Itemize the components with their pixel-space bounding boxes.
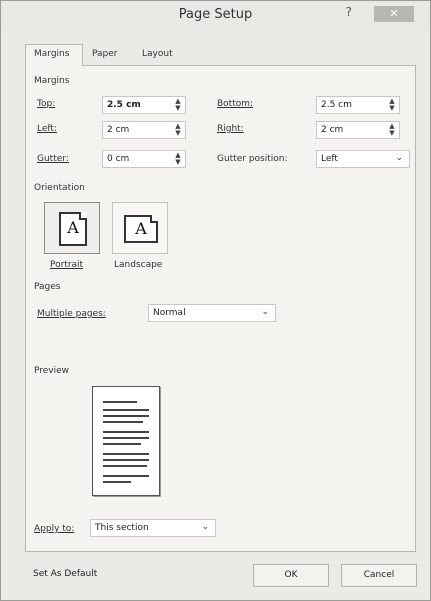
multiple-pages-value: Normal (153, 308, 186, 318)
preview-line (103, 453, 149, 455)
spin-arrows-icon[interactable]: ▲ ▼ (388, 98, 396, 112)
cancel-label: Cancel (363, 570, 395, 580)
portrait-icon-letter: A (67, 218, 79, 237)
gutter-position-select[interactable]: Left ⌄ (316, 150, 410, 168)
bottom-margin-field[interactable]: 2.5 cm ▲ ▼ (316, 96, 400, 114)
chevron-down-icon: ⌄ (201, 522, 209, 532)
tab-margins[interactable]: Margins (25, 44, 83, 66)
spin-arrows-icon[interactable]: ▲ ▼ (174, 152, 182, 166)
gutter-label-text: Gutter: (37, 154, 69, 164)
gutter-position-value: Left (321, 154, 338, 164)
landscape-icon-letter: A (135, 219, 147, 238)
portrait-button[interactable]: A (44, 202, 100, 254)
preview-line (103, 409, 149, 411)
set-as-default-label: Set As Default (33, 569, 98, 579)
right-label: Right: (217, 124, 244, 134)
page-setup-dialog: Page Setup ? ✕ Margins Paper Layout Marg… (0, 0, 431, 601)
portrait-page-icon: A (59, 212, 87, 246)
tab-layout[interactable]: Layout (133, 44, 185, 66)
orientation-section-label: Orientation (34, 183, 85, 193)
tab-paper[interactable]: Paper (83, 44, 131, 66)
top-margin-field[interactable]: 2.5 cm ▲ ▼ (102, 96, 186, 114)
gutter-position-label-text: Gutter position: (217, 154, 288, 164)
preview-line (103, 437, 149, 439)
ok-button[interactable]: OK (253, 564, 329, 587)
right-margin-value: 2 cm (321, 125, 344, 135)
apply-to-select[interactable]: This section ⌄ (90, 519, 216, 537)
pages-section-label: Pages (34, 282, 61, 292)
preview-line (103, 481, 131, 483)
gutter-position-label: Gutter position: (217, 154, 288, 164)
apply-to-value: This section (95, 523, 149, 533)
help-button[interactable]: ? (346, 5, 352, 19)
portrait-label: Portrait (50, 260, 83, 270)
portrait-label-text: Portrait (50, 260, 84, 270)
spin-arrows-icon[interactable]: ▲ ▼ (174, 123, 182, 137)
left-label: Left: (37, 124, 57, 134)
preview-line (103, 421, 143, 423)
preview-line (103, 443, 141, 445)
preview-page (92, 386, 160, 496)
landscape-label: Landscape (114, 260, 163, 270)
multiple-pages-select[interactable]: Normal ⌄ (148, 304, 276, 322)
left-margin-value: 2 cm (107, 125, 130, 135)
chevron-down-icon: ⌄ (395, 153, 403, 163)
cancel-button[interactable]: Cancel (341, 564, 417, 587)
preview-line (103, 431, 149, 433)
bottom-label: Bottom: (217, 99, 253, 109)
tab-margins-label: Margins (34, 49, 70, 59)
preview-line (103, 459, 149, 461)
preview-line (103, 415, 149, 417)
preview-section-label: Preview (34, 366, 70, 376)
top-margin-value: 2.5 cm (107, 100, 141, 110)
preview-line (103, 401, 137, 403)
right-margin-field[interactable]: 2 cm ▲ ▼ (316, 121, 400, 139)
close-button[interactable]: ✕ (374, 6, 414, 22)
chevron-down-icon: ⌄ (261, 307, 269, 317)
ok-label: OK (284, 570, 298, 580)
landscape-page-icon: A (124, 215, 158, 243)
tab-layout-label: Layout (142, 49, 173, 59)
gutter-value: 0 cm (107, 154, 130, 164)
bottom-margin-value: 2.5 cm (321, 100, 352, 110)
left-margin-field[interactable]: 2 cm ▲ ▼ (102, 121, 186, 139)
preview-line (103, 465, 147, 467)
gutter-field[interactable]: 0 cm ▲ ▼ (102, 150, 186, 168)
right-label-text: Right: (217, 124, 244, 134)
close-icon: ✕ (389, 7, 399, 20)
margins-section-label: Margins (34, 76, 70, 86)
margins-panel: Margins Top: 2.5 cm ▲ ▼ Bottom: 2.5 cm ▲ ▼… (25, 65, 416, 552)
multiple-pages-label: Multiple pages: (37, 309, 106, 319)
top-label: Top: (37, 99, 55, 109)
title-bar: Page Setup ? ✕ (1, 1, 430, 31)
bottom-label-text: Bottom: (217, 99, 254, 109)
apply-to-label: Apply to: (34, 524, 74, 534)
gutter-label: Gutter: (37, 154, 69, 164)
spin-arrows-icon[interactable]: ▲ ▼ (174, 98, 182, 112)
left-label-text: Left: (37, 124, 57, 134)
tab-paper-label: Paper (92, 49, 118, 59)
top-label-text: Top: (37, 99, 56, 109)
spin-arrows-icon[interactable]: ▲ ▼ (388, 123, 396, 137)
preview-line (103, 475, 149, 477)
dialog-title: Page Setup (178, 7, 253, 22)
set-as-default-button[interactable]: Set As Default (33, 569, 97, 579)
multiple-pages-label-text: Multiple pages: (37, 309, 106, 319)
apply-to-label-text: Apply to: (34, 524, 75, 534)
landscape-button[interactable]: A (112, 202, 168, 254)
